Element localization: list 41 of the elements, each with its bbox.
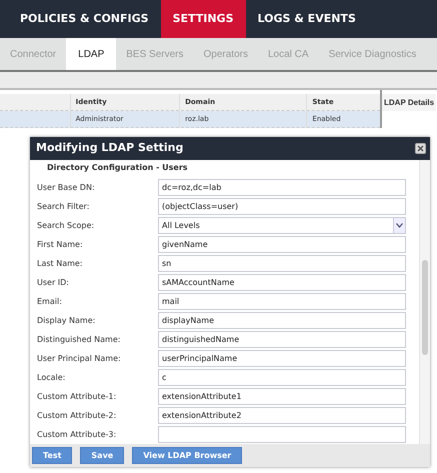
nav-tab[interactable]: SETTINGS [160,0,246,38]
field-label: User Principal Name: [37,352,122,364]
field-label: Last Name: [37,258,84,270]
dialog-title: Modifying LDAP Setting [36,140,184,156]
field-label: Display Name: [37,314,96,326]
input-field[interactable]: c [158,369,406,386]
input-field[interactable]: dc=roz,dc=lab [158,179,406,196]
caret-icon [396,223,403,228]
input-field[interactable]: userPrincipalName [158,350,406,367]
nav-tab[interactable]: LOGS & EVENTS [246,0,368,38]
close-icon [417,145,424,152]
input-field[interactable]: (objectClass=user) [158,198,406,215]
close-button[interactable] [415,143,426,154]
field-label: Custom Attribute-2: [37,410,118,422]
field-label: Custom Attribute-3: [37,428,118,440]
tab[interactable]: LDAP [66,38,116,70]
dropdown-value: All Levels [162,220,200,232]
input-field[interactable] [158,426,406,443]
field-label: User ID: [37,276,70,288]
field-label: Search Scope: [37,220,96,232]
field-label: First Name: [37,238,84,250]
nav-tab[interactable]: POLICIES & CONFIGS [8,0,161,38]
field-label: Distinguished Name: [37,334,122,346]
field-label: Search Filter: [37,200,90,212]
field-label: Custom Attribute-1: [37,390,118,402]
field-label: User Base DN: [37,182,96,194]
panel-title: LDAP Details [382,94,436,111]
scroll-thumb[interactable] [422,260,428,355]
input-field[interactable]: displayName [158,312,406,329]
dropdown[interactable]: All Levels [158,217,406,234]
field-label: Email: [37,296,63,308]
input-field[interactable]: extensionAttribute1 [158,388,406,405]
scrollbar[interactable] [419,160,430,444]
input-field[interactable]: sAMAccountName [158,274,406,291]
field-label: Locale: [37,372,66,384]
input-field[interactable]: distinguishedName [158,331,406,348]
section-title: Directory Configuration - Users [47,162,189,174]
input-field[interactable]: givenName [158,236,406,253]
input-field[interactable]: sn [158,255,406,272]
input-field[interactable]: extensionAttribute2 [158,407,406,424]
input-field[interactable]: mail [158,293,406,310]
